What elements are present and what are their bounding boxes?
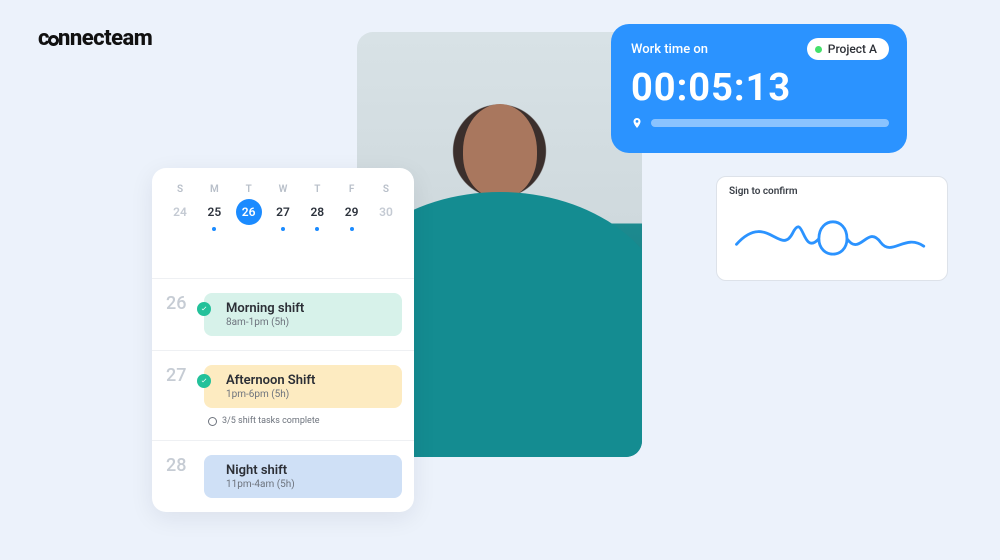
calendar-dates-row: 24 25 26 27 28 29 30: [166, 199, 400, 231]
calendar-weekday: F: [338, 184, 366, 195]
calendar-day[interactable]: 26: [235, 199, 263, 231]
shift-subtitle: 8am-1pm (5h): [226, 317, 390, 328]
calendar-weekday: T: [235, 184, 263, 195]
signature-label: Sign to confirm: [729, 186, 935, 197]
shift-row[interactable]: 27 Afternoon Shift1pm-6pm (5h) 3/5 shift t…: [152, 350, 414, 440]
calendar-day-dot-icon: [281, 227, 285, 231]
calendar-weekday: S: [372, 184, 400, 195]
calendar-day[interactable]: 24: [166, 199, 194, 231]
calendar-day-number: 30: [373, 199, 399, 225]
calendar-weekday: W: [269, 184, 297, 195]
calendar-day[interactable]: 29: [338, 199, 366, 231]
shift-tasks-text: 3/5 shift tasks complete: [222, 416, 320, 426]
work-timer-card: Work time on Project A 00:05:13: [611, 24, 907, 153]
shift-calendar-card: SMTWTFS 24252627282930 26Morning shift8a…: [152, 168, 414, 512]
calendar-day-number: 29: [339, 199, 365, 225]
shift-tasks-note: 3/5 shift tasks complete: [208, 416, 402, 426]
calendar-day-number: 28: [304, 199, 330, 225]
signature-card[interactable]: Sign to confirm: [716, 176, 948, 281]
shift-row[interactable]: 26 Morning shift8am-1pm (5h): [152, 278, 414, 350]
calendar-day-number: 26: [236, 199, 262, 225]
check-icon: [197, 302, 211, 316]
shift-title: Night shift: [226, 463, 390, 478]
shift-subtitle: 11pm-4am (5h): [226, 479, 390, 490]
brand-logo: cnnecteam: [38, 26, 152, 51]
progress-track: [651, 119, 889, 127]
shift-card[interactable]: Afternoon Shift1pm-6pm (5h): [204, 365, 402, 408]
calendar-day-dot-icon: [315, 227, 319, 231]
shift-day-number: 28: [166, 455, 194, 476]
calendar-weekday-row: SMTWTFS: [166, 184, 400, 195]
project-selector-pill[interactable]: Project A: [807, 38, 889, 60]
shift-card[interactable]: Night shift11pm-4am (5h): [204, 455, 402, 498]
shift-day-number: 27: [166, 365, 194, 386]
photo-face: [463, 104, 537, 198]
shift-row[interactable]: 28 Night shift11pm-4am (5h): [152, 440, 414, 512]
calendar-day-dot-icon: [212, 227, 216, 231]
shift-title: Afternoon Shift: [226, 373, 390, 388]
progress-ring-icon: [208, 417, 217, 426]
project-name: Project A: [828, 42, 877, 56]
shift-title: Morning shift: [226, 301, 390, 316]
check-icon: [197, 374, 211, 388]
calendar-day[interactable]: 27: [269, 199, 297, 231]
calendar-weekday: T: [303, 184, 331, 195]
signature-stroke: [729, 199, 935, 269]
shift-subtitle: 1pm-6pm (5h): [226, 389, 390, 400]
status-dot-icon: [815, 46, 822, 53]
calendar-day-dot-icon: [350, 227, 354, 231]
brand-text-rest: nnecteam: [58, 26, 152, 51]
calendar-day-number: 24: [167, 199, 193, 225]
timer-footer: [631, 116, 889, 130]
calendar-day[interactable]: 28: [303, 199, 331, 231]
calendar-day-number: 25: [201, 199, 227, 225]
calendar-day-number: 27: [270, 199, 296, 225]
shift-day-number: 26: [166, 293, 194, 314]
shift-list: 26 Morning shift8am-1pm (5h) 27 Afternoon S…: [152, 278, 414, 512]
timer-readout: 00:05:13: [631, 66, 889, 110]
calendar-day[interactable]: 30: [372, 199, 400, 231]
shift-card[interactable]: Morning shift8am-1pm (5h): [204, 293, 402, 336]
photo-tablet: [438, 240, 591, 415]
calendar-weekday: M: [200, 184, 228, 195]
calendar-day[interactable]: 25: [200, 199, 228, 231]
timer-label: Work time on: [631, 42, 708, 57]
location-pin-icon: [631, 116, 643, 130]
calendar-weekday: S: [166, 184, 194, 195]
